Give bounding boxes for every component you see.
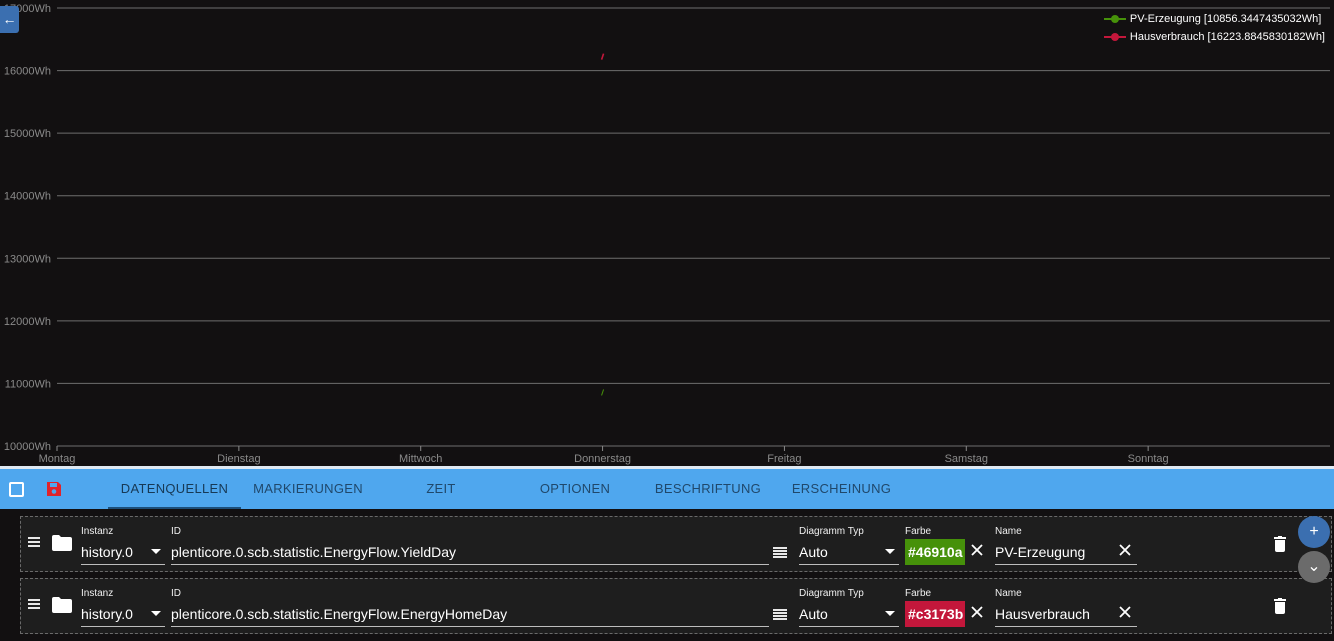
x-tick-label: Sonntag — [1128, 453, 1169, 465]
y-tick-label: 14000Wh — [4, 191, 51, 203]
color-field[interactable]: Farbe #c3173b — [905, 587, 965, 627]
chart-type-value: Auto — [799, 539, 899, 565]
chevron-down-icon: ⌄ — [1307, 558, 1321, 575]
datasource-row: Instanz history.0 ID plenticore.0.scb.st… — [20, 578, 1332, 634]
legend-item-0[interactable]: PV-Erzeugung [10856.3447435032Wh] — [1103, 10, 1325, 28]
id-label: ID — [171, 526, 181, 537]
folder-icon[interactable] — [52, 597, 72, 613]
chevron-down-icon — [151, 611, 161, 616]
chevron-down-icon — [151, 549, 161, 554]
trash-icon[interactable] — [1274, 536, 1286, 552]
tab-erscheinung[interactable]: ERSCHEINUNG — [785, 469, 898, 509]
color-value: #c3173b — [905, 601, 965, 627]
id-field[interactable]: ID plenticore.0.scb.statistic.EnergyFlow… — [171, 525, 769, 565]
editor-toolbar: DATENQUELLEN MARKIERUNGEN ZEIT OPTIONEN … — [0, 466, 1334, 509]
x-tick-label: Dienstag — [217, 453, 260, 465]
tab-markierungen[interactable]: MARKIERUNGEN — [243, 469, 373, 509]
id-field[interactable]: ID plenticore.0.scb.statistic.EnergyFlow… — [171, 587, 769, 627]
name-value: PV-Erzeugung — [995, 539, 1137, 565]
chart-area: 10000Wh 11000Wh 12000Wh 13000Wh 14000Wh 15000… — [0, 0, 1334, 466]
name-value: Hausverbrauch — [995, 601, 1137, 627]
name-label: Name — [995, 526, 1022, 537]
y-tick-label: 10000Wh — [4, 441, 51, 453]
legend-swatch-1 — [1103, 32, 1126, 42]
chart-type-select[interactable]: Diagramm Typ Auto — [799, 525, 899, 565]
tab-datenquellen[interactable]: DATENQUELLEN — [108, 469, 241, 509]
x-tick-label: Montag — [39, 453, 76, 465]
series-point-0 — [601, 389, 605, 396]
chart-type-select[interactable]: Diagramm Typ Auto — [799, 587, 899, 627]
expand-button[interactable]: ⌄ — [1298, 551, 1330, 583]
folder-icon[interactable] — [52, 535, 72, 551]
plus-icon: + — [1309, 523, 1319, 540]
chevron-down-icon — [885, 549, 895, 554]
list-icon[interactable] — [773, 609, 787, 621]
series-point-1 — [600, 53, 605, 60]
color-label: Farbe — [905, 588, 932, 599]
add-datasource-button[interactable]: + — [1298, 516, 1330, 548]
instance-select[interactable]: Instanz history.0 — [81, 587, 165, 627]
chart-type-label: Diagramm Typ — [799, 588, 864, 599]
chart-type-label: Diagramm Typ — [799, 526, 864, 537]
close-icon[interactable] — [970, 543, 984, 557]
instance-label: Instanz — [81, 526, 114, 537]
legend-label-1: Hausverbrauch [16223.8845830182Wh] — [1129, 31, 1325, 43]
arrow-left-icon: ← — [2, 11, 17, 27]
x-tick-label: Mittwoch — [399, 453, 442, 465]
save-icon[interactable] — [46, 481, 62, 497]
chart-svg: 10000Wh 11000Wh 12000Wh 13000Wh 14000Wh 15000… — [4, 3, 1330, 465]
tab-optionen[interactable]: OPTIONEN — [525, 469, 625, 509]
x-tick-label: Donnerstag — [574, 453, 631, 465]
id-value: plenticore.0.scb.statistic.EnergyFlow.Yi… — [171, 539, 769, 565]
datasource-row: Instanz history.0 ID plenticore.0.scb.st… — [20, 516, 1332, 572]
legend-swatch-0 — [1103, 14, 1126, 24]
id-label: ID — [171, 588, 181, 599]
y-tick-label: 12000Wh — [4, 316, 51, 328]
tab-zeit[interactable]: ZEIT — [396, 469, 486, 509]
chart-type-value: Auto — [799, 601, 899, 627]
tab-beschriftung[interactable]: BESCHRIFTUNG — [650, 469, 766, 509]
close-icon[interactable] — [970, 605, 984, 619]
name-field[interactable]: Name PV-Erzeugung — [995, 525, 1137, 565]
close-icon[interactable] — [1118, 605, 1132, 619]
color-label: Farbe — [905, 526, 932, 537]
instance-label: Instanz — [81, 588, 114, 599]
back-button[interactable]: ← — [0, 6, 19, 33]
y-tick-label: 11000Wh — [5, 378, 51, 390]
x-tick-label: Freitag — [767, 453, 801, 465]
color-field[interactable]: Farbe #46910a — [905, 525, 965, 565]
y-tick-label: 15000Wh — [4, 128, 51, 140]
name-label: Name — [995, 588, 1022, 599]
checkbox-icon[interactable] — [9, 482, 24, 497]
drag-handle-icon[interactable] — [28, 599, 40, 609]
legend-item-1[interactable]: Hausverbrauch [16223.8845830182Wh] — [1103, 28, 1325, 46]
legend-label-0: PV-Erzeugung [10856.3447435032Wh] — [1129, 13, 1322, 25]
close-icon[interactable] — [1118, 543, 1132, 557]
list-icon[interactable] — [773, 547, 787, 559]
chevron-down-icon — [885, 611, 895, 616]
color-value: #46910a — [905, 539, 965, 565]
drag-handle-icon[interactable] — [28, 537, 40, 547]
name-field[interactable]: Name Hausverbrauch — [995, 587, 1137, 627]
trash-icon[interactable] — [1274, 598, 1286, 614]
x-tick-label: Samstag — [945, 453, 988, 465]
chart-legend: PV-Erzeugung [10856.3447435032Wh] Hausve… — [1103, 10, 1325, 46]
instance-select[interactable]: Instanz history.0 — [81, 525, 165, 565]
y-tick-label: 13000Wh — [4, 253, 51, 265]
y-tick-label: 16000Wh — [4, 66, 51, 78]
id-value: plenticore.0.scb.statistic.EnergyFlow.En… — [171, 601, 769, 627]
